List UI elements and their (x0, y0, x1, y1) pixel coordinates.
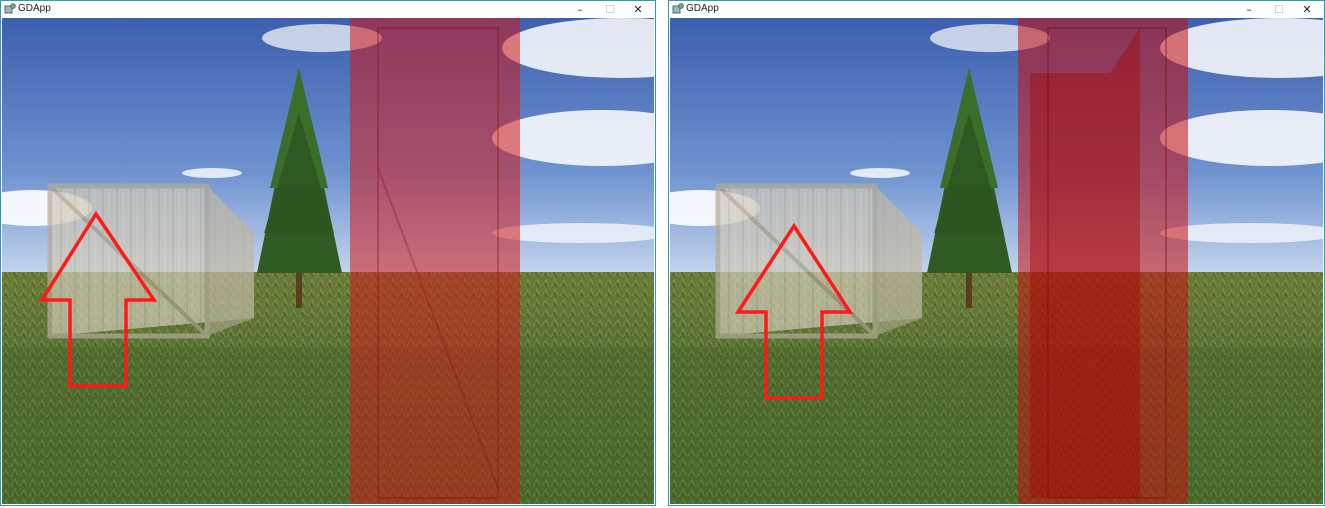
maximize-button[interactable]: ☐ (1264, 1, 1294, 18)
close-button[interactable]: ✕ (1292, 1, 1322, 18)
app-icon (672, 3, 684, 14)
minimize-button[interactable]: – (565, 1, 595, 18)
app-icon (4, 3, 16, 14)
title-bar[interactable]: GDApp – ☐ ✕ (1, 1, 655, 18)
app-window-right: GDApp – ☐ ✕ (668, 0, 1325, 506)
close-button[interactable]: ✕ (623, 1, 653, 18)
title-bar[interactable]: GDApp – ☐ ✕ (669, 1, 1324, 18)
window-title: GDApp (686, 3, 719, 14)
maximize-button[interactable]: ☐ (595, 1, 625, 18)
app-window-left: GDApp – ☐ ✕ (0, 0, 656, 506)
3d-viewport[interactable] (2, 18, 654, 504)
minimize-button[interactable]: – (1234, 1, 1264, 18)
window-title: GDApp (18, 3, 51, 14)
3d-viewport[interactable] (670, 18, 1323, 504)
